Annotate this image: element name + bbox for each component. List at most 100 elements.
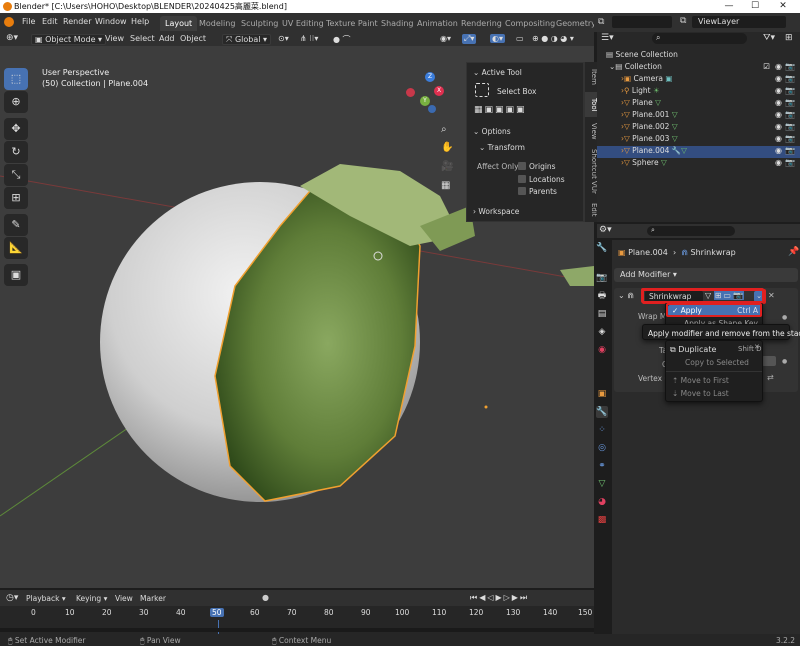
new-collection-icon[interactable]: ⊞	[785, 33, 793, 43]
proportional-edit-icon[interactable]: ● ⌒	[333, 34, 351, 45]
close-window-button[interactable]: ✕	[772, 0, 794, 13]
workspace-header[interactable]: › Workspace	[473, 207, 519, 216]
gizmo-neg-z[interactable]	[428, 105, 436, 113]
duplicate-menu-item[interactable]: ⧉ Duplicate	[670, 345, 716, 355]
properties-search-input[interactable]: ⌕	[647, 226, 735, 236]
menu-add[interactable]: Add	[159, 34, 175, 43]
navigation-gizmo[interactable]: Z X Y	[406, 72, 450, 116]
eye-icon[interactable]: ◉	[775, 74, 782, 83]
transform-header[interactable]: ⌄ Transform	[479, 143, 525, 152]
menu-close-icon[interactable]: ✕	[754, 343, 760, 351]
editor-type-icon[interactable]: ⊕▾	[6, 33, 18, 43]
menu-help[interactable]: Help	[131, 17, 149, 26]
shading-modes-icon[interactable]: ⊕ ● ◑ ◕ ▾	[532, 34, 574, 43]
eye-icon[interactable]: ◉	[775, 134, 782, 143]
modifier-remove-icon[interactable]: ✕	[768, 291, 775, 300]
outliner-row-sphere[interactable]: ›▽ Sphere ▽ ◉ 📷	[597, 158, 800, 170]
data-tab-icon[interactable]: ▽	[596, 478, 608, 490]
outliner-row-camera[interactable]: ›▣ Camera ▣ ◉ 📷	[597, 74, 800, 86]
outliner-row-plane-003[interactable]: ›▽ Plane.003 ▽ ◉ 📷	[597, 134, 800, 146]
tab-texture-paint[interactable]: Texture Paint	[321, 16, 383, 31]
timeline-view-menu[interactable]: View	[115, 594, 133, 603]
playback-menu[interactable]: Playback ▾	[26, 594, 66, 603]
minimize-button[interactable]: —	[718, 0, 740, 13]
eye-icon[interactable]: ◉	[775, 62, 782, 71]
locations-checkbox[interactable]	[518, 175, 526, 183]
pan-hand-icon[interactable]: ✋	[441, 142, 453, 153]
playback-controls[interactable]: ⏮◀◁▶▷▶⏭	[470, 593, 529, 603]
modifier-tab-icon[interactable]: 🔧	[596, 406, 608, 418]
transform-tool-icon[interactable]: ⊞	[4, 187, 28, 209]
visibility-icon[interactable]: ◉▾	[440, 34, 451, 43]
constraints-tab-icon[interactable]: ⚭	[596, 460, 608, 472]
blender-menu-icon[interactable]	[4, 17, 14, 27]
render-icon[interactable]: 📷	[785, 62, 795, 71]
eye-icon[interactable]: ◉	[775, 146, 782, 155]
move-tool-icon[interactable]: ✥	[4, 118, 28, 140]
pivot-icon[interactable]: ⊙▾	[278, 34, 289, 43]
pin-icon[interactable]: 📌	[788, 247, 799, 257]
outliner-row-light[interactable]: ›⚲ Light ☀ ◉ 📷	[597, 86, 800, 98]
render-icon[interactable]: 📷	[785, 86, 795, 95]
scene-tab-icon[interactable]: ◈	[596, 326, 608, 338]
snap-icon[interactable]: ⋔ ⁝⁝▾	[300, 34, 318, 43]
mode-selector[interactable]: ▣ Object Mode ▾	[31, 34, 107, 45]
menu-file[interactable]: File	[22, 17, 35, 26]
maximize-button[interactable]: ☐	[744, 0, 766, 13]
outliner-row-plane-004[interactable]: ›▽ Plane.004 🔧▽ ◉ 📷	[597, 146, 800, 158]
perspective-grid-icon[interactable]: ▦	[441, 180, 450, 191]
render-tab-icon[interactable]: 📷	[596, 272, 608, 284]
offset-keyframe-dot-icon[interactable]: ●	[782, 358, 787, 365]
xray-icon[interactable]: ▭	[516, 34, 524, 43]
parents-checkbox[interactable]	[518, 187, 526, 195]
overlay-toggle-icon[interactable]: ◐▾	[490, 34, 505, 43]
measure-tool-icon[interactable]: 📐	[4, 237, 28, 259]
outliner-row-plane[interactable]: ›▽ Plane ▽ ◉ 📷	[597, 98, 800, 110]
render-icon[interactable]: 📷	[785, 146, 795, 155]
timeline-type-icon[interactable]: ◷▾	[6, 593, 18, 603]
menu-window[interactable]: Window	[95, 17, 127, 26]
menu-edit[interactable]: Edit	[42, 17, 58, 26]
rotate-tool-icon[interactable]: ↻	[4, 141, 28, 163]
material-tab-icon[interactable]: ◕	[596, 496, 608, 508]
origins-checkbox[interactable]	[518, 162, 526, 170]
physics-tab-icon[interactable]: ◎	[596, 442, 608, 454]
scene-selector[interactable]	[612, 16, 672, 28]
output-tab-icon[interactable]: 🖶	[596, 290, 608, 302]
view-layer-tab-icon[interactable]: ▤	[596, 308, 608, 320]
eye-icon[interactable]: ◉	[775, 86, 782, 95]
texture-tab-icon[interactable]: ▩	[596, 514, 608, 526]
eye-icon[interactable]: ◉	[775, 110, 782, 119]
select-mode-buttons[interactable]: ▦▣▣▣▣	[474, 105, 527, 115]
marker-menu[interactable]: Marker	[140, 594, 166, 603]
gizmo-toggle-icon[interactable]: ⤢▾	[462, 34, 477, 44]
offset-field[interactable]	[762, 356, 776, 366]
options-header[interactable]: ⌄ Options	[473, 127, 511, 136]
tool-tab-icon[interactable]: 🔧	[596, 242, 608, 254]
scale-tool-icon[interactable]: ⤡	[4, 164, 28, 186]
cursor-tool-icon[interactable]: ⊕	[4, 91, 28, 113]
gizmo-neg-x[interactable]	[406, 88, 415, 97]
add-cube-tool-icon[interactable]: ▣	[4, 264, 28, 286]
outliner-row-plane-002[interactable]: ›▽ Plane.002 ▽ ◉ 📷	[597, 122, 800, 134]
annotate-tool-icon[interactable]: ✎	[4, 214, 28, 236]
gizmo-z-axis[interactable]: Z	[425, 72, 435, 82]
tab-item[interactable]: Item	[584, 62, 598, 92]
world-tab-icon[interactable]: ◉	[596, 344, 608, 356]
add-modifier-button[interactable]: Add Modifier ▾	[614, 268, 798, 282]
invert-arrows-icon[interactable]: ⇄	[767, 373, 774, 382]
tab-modeling[interactable]: Modeling	[194, 16, 240, 31]
tab-layout[interactable]: Layout	[160, 16, 198, 31]
record-icon[interactable]: ●	[262, 593, 269, 602]
keying-menu[interactable]: Keying ▾	[76, 594, 107, 603]
wrap-keyframe-dot-icon[interactable]: ●	[782, 314, 787, 321]
collection-checkbox-icon[interactable]: ☑	[763, 62, 770, 71]
tab-tool[interactable]: Tool	[584, 92, 598, 117]
outliner-row-scene-collection[interactable]: ▤ Scene Collection	[597, 50, 800, 62]
move-to-last-menu-item[interactable]: ⇣ Move to Last	[672, 389, 729, 398]
particles-tab-icon[interactable]: ⁘	[596, 424, 608, 436]
menu-view[interactable]: View	[105, 34, 124, 43]
menu-object[interactable]: Object	[180, 34, 206, 43]
tab-geometry-nodes[interactable]: Geometry N	[551, 16, 594, 31]
tab-shortcut-vur[interactable]: Shortcut VUr	[584, 145, 598, 197]
